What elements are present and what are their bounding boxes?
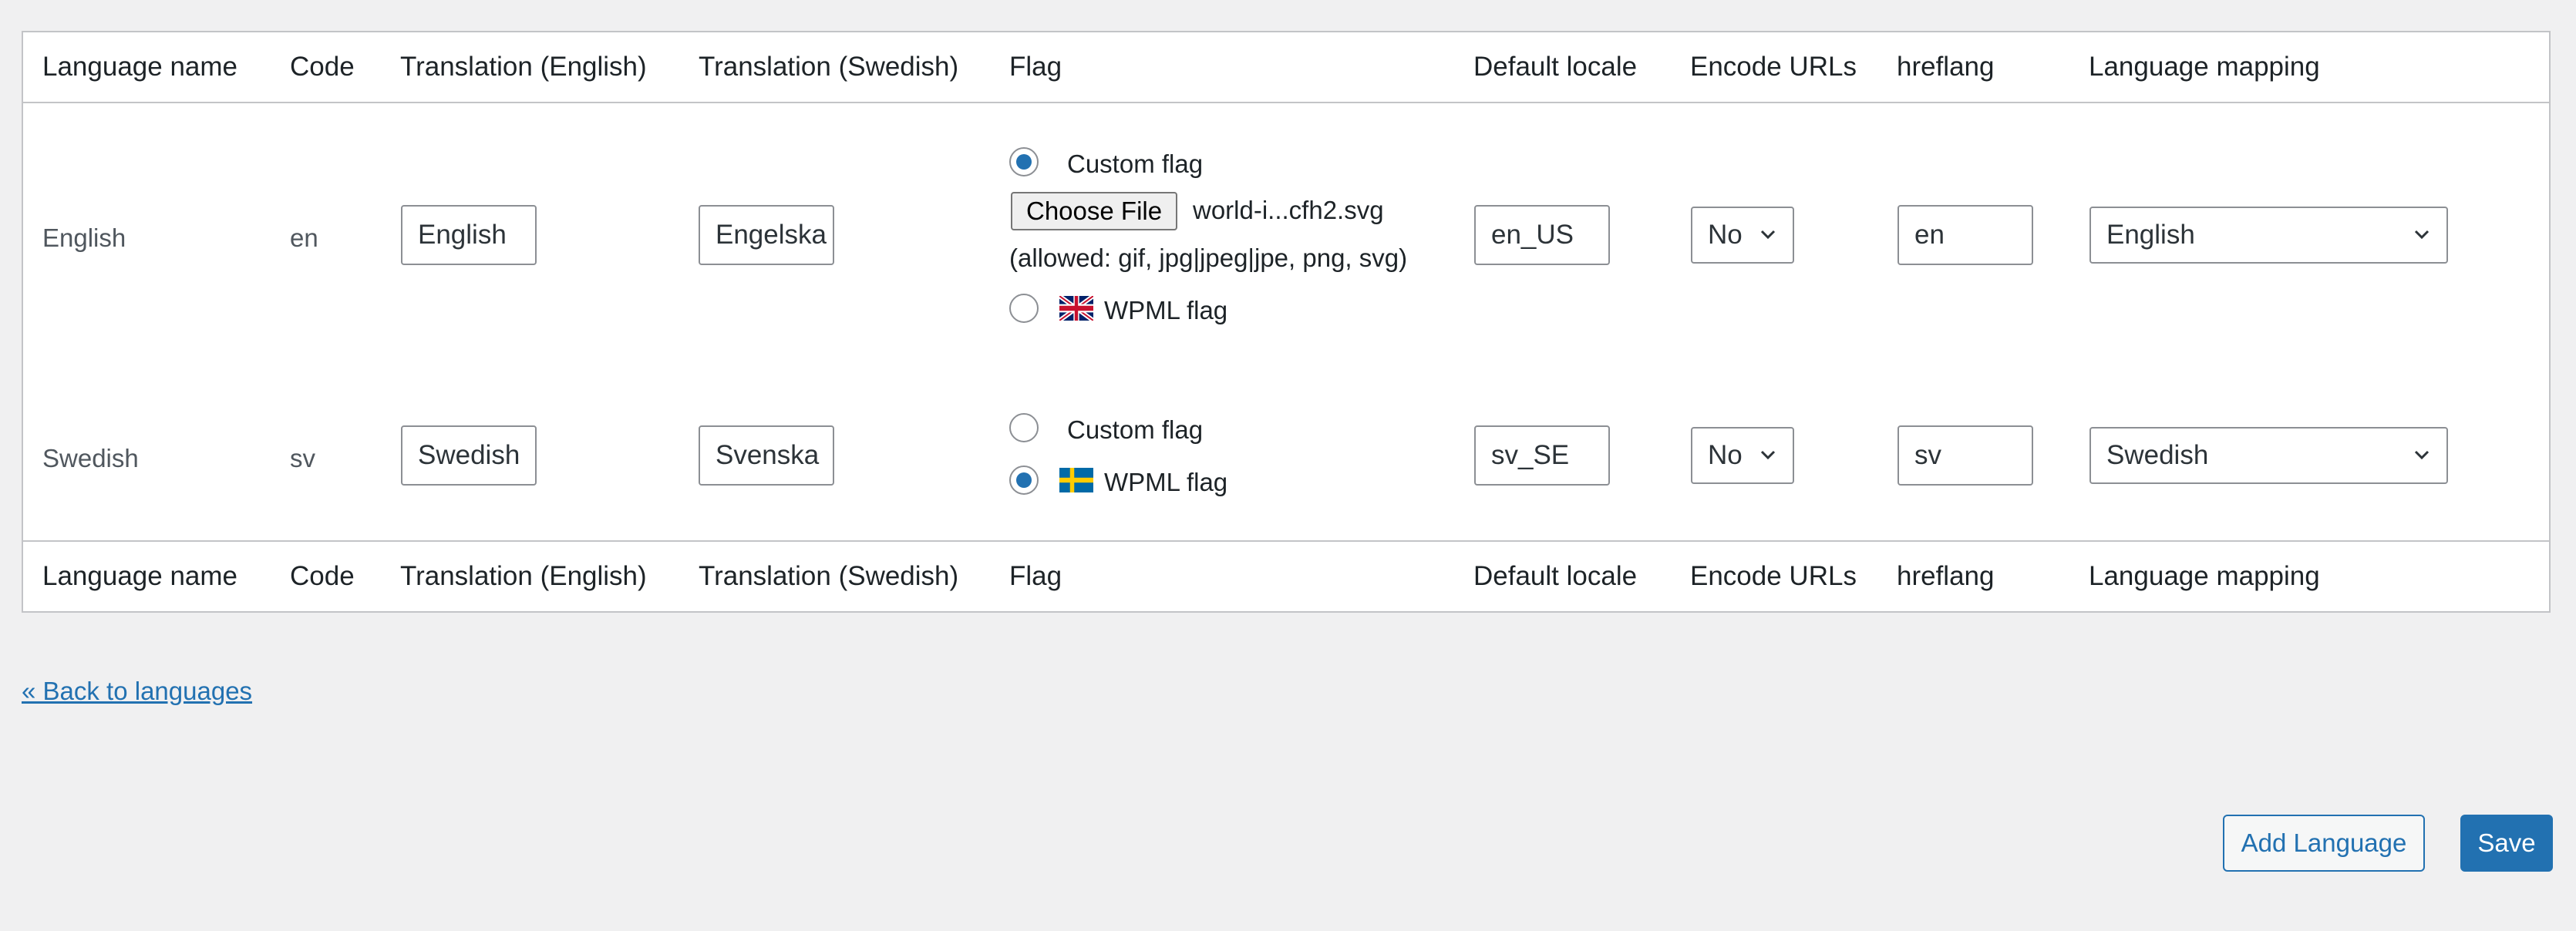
code-cell: sv [290, 444, 315, 472]
col-default-locale: Default locale [1473, 52, 1638, 82]
language-mapping-select[interactable]: English [2089, 207, 2448, 264]
language-name-cell: Swedish [42, 444, 139, 472]
translation-english-input[interactable]: Swedish [401, 425, 537, 486]
translation-swedish-input[interactable]: Svenska [699, 425, 834, 486]
hreflang-input[interactable]: sv [1897, 425, 2033, 486]
encode-urls-select[interactable]: No [1691, 427, 1794, 484]
col-encode-urls: Encode URLs [1690, 561, 1857, 591]
wpml-flag-label: WPML flag [1104, 468, 1228, 496]
choose-file-button[interactable]: Choose File [1011, 192, 1178, 230]
allowed-types-text: (allowed: gif, jpg|jpeg|jpe, png, svg) [1009, 244, 1408, 272]
col-code: Code [290, 52, 355, 82]
sweden-flag-icon [1059, 468, 1093, 492]
col-encode-urls: Encode URLs [1690, 52, 1857, 82]
wpml-flag-label: WPML flag [1104, 296, 1228, 324]
col-translation-swedish: Translation (Swedish) [699, 561, 959, 591]
table-header: Language name Code Translation (English)… [23, 32, 2549, 103]
default-locale-input[interactable]: en_US [1474, 205, 1610, 265]
encode-urls-value: No [1708, 440, 1743, 470]
table-footer: Language name Code Translation (English)… [23, 540, 2549, 611]
encode-urls-value: No [1708, 220, 1743, 250]
col-translation-english: Translation (English) [400, 52, 647, 82]
encode-urls-select[interactable]: No [1691, 207, 1794, 264]
col-code: Code [290, 561, 355, 591]
custom-flag-radio[interactable] [1009, 147, 1039, 176]
col-translation-swedish: Translation (Swedish) [699, 52, 959, 82]
languages-table: Language name Code Translation (English)… [22, 31, 2551, 613]
col-hreflang: hreflang [1897, 561, 1995, 591]
back-to-languages-link[interactable]: « Back to languages [22, 677, 252, 706]
col-hreflang: hreflang [1897, 52, 1995, 82]
custom-flag-label: Custom flag [1067, 415, 1204, 444]
translation-swedish-input[interactable]: Engelska [699, 205, 834, 265]
col-default-locale: Default locale [1473, 561, 1638, 591]
custom-flag-radio[interactable] [1009, 413, 1039, 442]
col-language-mapping: Language mapping [2089, 52, 2320, 82]
hreflang-input[interactable]: en [1897, 205, 2033, 265]
col-flag: Flag [1009, 561, 1062, 591]
translation-english-input[interactable]: English [401, 205, 537, 265]
language-mapping-value: English [2106, 220, 2195, 250]
wpml-flag-radio[interactable] [1009, 294, 1039, 323]
chevron-down-icon [2414, 450, 2430, 460]
chevron-down-icon [1760, 230, 1776, 240]
custom-flag-label: Custom flag [1067, 150, 1204, 178]
code-cell: en [290, 224, 318, 252]
file-name-text: world-i...cfh2.svg [1193, 196, 1384, 224]
default-locale-input[interactable]: sv_SE [1474, 425, 1610, 486]
uk-flag-icon [1059, 296, 1093, 321]
chevron-down-icon [1760, 450, 1776, 460]
col-language-mapping: Language mapping [2089, 561, 2320, 591]
col-flag: Flag [1009, 52, 1062, 82]
col-translation-english: Translation (English) [400, 561, 647, 591]
save-button[interactable]: Save [2460, 815, 2553, 872]
language-mapping-value: Swedish [2106, 440, 2209, 470]
wpml-flag-radio[interactable] [1009, 466, 1039, 495]
col-language-name: Language name [42, 52, 237, 82]
language-name-cell: English [42, 224, 126, 252]
add-language-button[interactable]: Add Language [2223, 815, 2425, 872]
chevron-down-icon [2414, 230, 2430, 240]
language-mapping-select[interactable]: Swedish [2089, 427, 2448, 484]
col-language-name: Language name [42, 561, 237, 591]
